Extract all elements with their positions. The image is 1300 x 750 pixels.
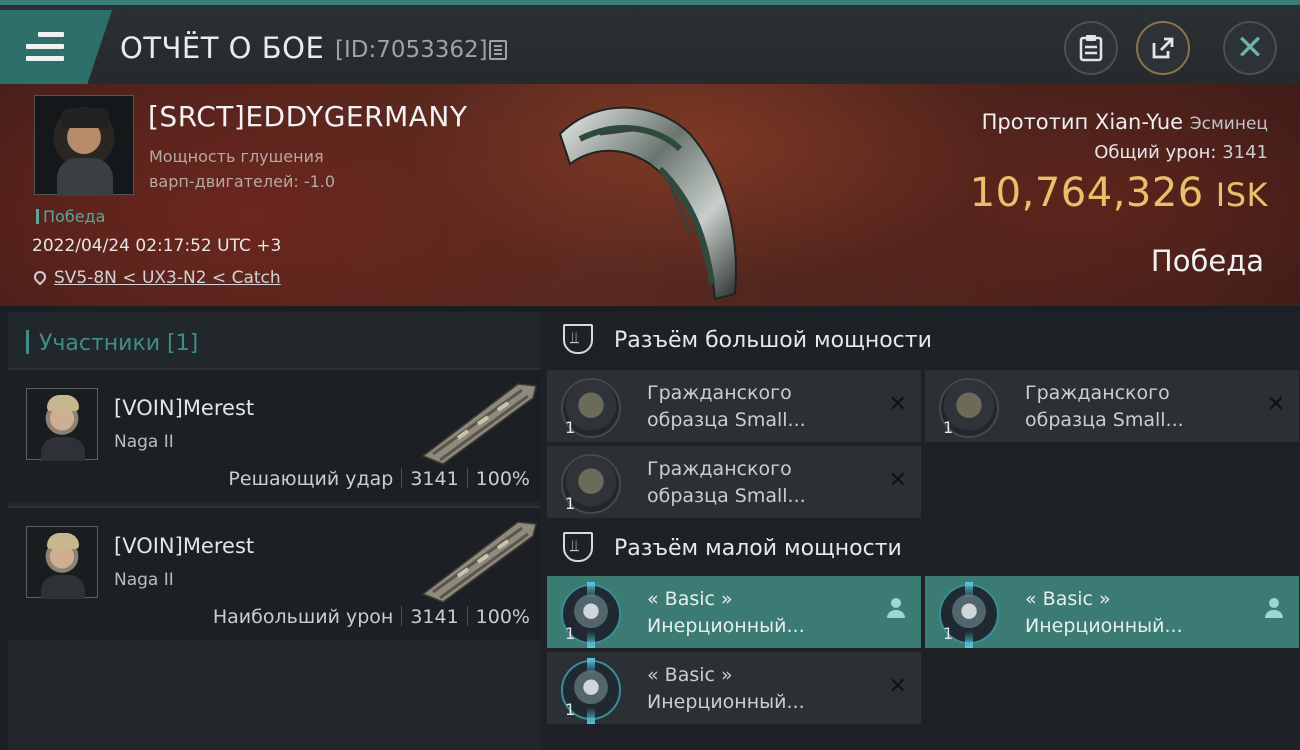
- participant-name: [VOIN]Merest: [114, 534, 255, 558]
- low-slot-label: Разъём малой мощности: [614, 536, 902, 561]
- slot-shield-icon: [563, 324, 593, 354]
- total-damage-value: 3141: [1222, 142, 1268, 163]
- close-button[interactable]: ✕: [1223, 21, 1277, 75]
- outcome-label: Победа: [1150, 244, 1264, 278]
- module-name-line1: « Basic »: [647, 664, 733, 686]
- module-name-line2: Инерционный...: [647, 691, 805, 713]
- participant-stats: Решающий удар 3141 100%: [228, 468, 530, 490]
- module-name-line2: Инерционный...: [1025, 615, 1183, 637]
- person-icon: [1265, 598, 1283, 620]
- module-name-line1: Гражданского: [1025, 382, 1170, 404]
- module-qty: 1: [943, 418, 954, 437]
- isk-value: 10,764,326 ISK: [970, 170, 1268, 216]
- clipboard-button[interactable]: [1064, 21, 1118, 75]
- participants-header[interactable]: Участники [1]: [8, 312, 540, 368]
- module-item[interactable]: 1 « Basic » Инерционный... ✕: [547, 652, 921, 724]
- participant-row[interactable]: [VOIN]Merest Naga II Наибольший урон 3141…: [8, 506, 540, 640]
- x-icon: ✕: [888, 468, 907, 493]
- isk-unit: ISK: [1215, 176, 1268, 214]
- high-slot-header: Разъём большой мощности: [540, 312, 1300, 368]
- share-button[interactable]: [1136, 21, 1190, 75]
- participant-percent: 100%: [475, 606, 530, 628]
- module-qty: 1: [565, 494, 576, 513]
- x-icon: ✕: [888, 674, 907, 699]
- victim-ship-name[interactable]: Прототип Xian-Yue Эсминец: [982, 110, 1268, 134]
- participant-stats: Наибольший урон 3141 100%: [213, 606, 530, 628]
- victim-attribute: Мощность глушения варп-двигателей: -1.0: [149, 144, 335, 194]
- share-icon: [1152, 37, 1174, 59]
- clipboard-icon: [1079, 35, 1103, 62]
- total-damage-label: Общий урон:: [1094, 142, 1217, 163]
- participant-damage: 3141: [410, 468, 459, 490]
- module-item[interactable]: 1 « Basic » Инерционный...: [925, 576, 1299, 648]
- participant-avatar[interactable]: [26, 526, 98, 599]
- page-title: ОТЧЁТ О БОЕ: [120, 31, 325, 65]
- module-name-line2: образца Small...: [647, 409, 806, 431]
- module-name: Гражданского образца Small...: [1025, 380, 1184, 434]
- module-name: « Basic » Инерционный...: [1025, 586, 1183, 640]
- module-qty: 1: [943, 624, 954, 643]
- high-slot-label: Разъём большой мощности: [614, 328, 932, 353]
- participant-role: Решающий удар: [228, 468, 394, 490]
- module-qty: 1: [565, 700, 576, 719]
- participant-ship: Naga II: [114, 570, 174, 590]
- module-name-line2: образца Small...: [1025, 409, 1184, 431]
- ship-class: Эсминец: [1189, 114, 1268, 134]
- participant-ship: Naga II: [114, 432, 174, 452]
- isk-amount: 10,764,326: [969, 170, 1204, 216]
- module-item[interactable]: 1 Гражданского образца Small... ✕: [925, 370, 1299, 442]
- module-name-line2: Инерционный...: [647, 615, 805, 637]
- participant-percent: 100%: [475, 468, 530, 490]
- kill-datetime: 2022/04/24 02:17:52 UTC +3: [32, 236, 282, 256]
- module-qty: 1: [565, 418, 576, 437]
- participant-avatar[interactable]: [26, 388, 98, 461]
- menu-button[interactable]: [0, 10, 112, 84]
- module-name: « Basic » Инерционный...: [647, 662, 805, 716]
- ship-name-text: Прототип Xian-Yue: [981, 110, 1184, 134]
- copy-icon[interactable]: [489, 40, 507, 60]
- participant-ship-image: [421, 521, 537, 603]
- fittings-panel: Разъём большой мощности 1 Гражданского об…: [540, 312, 1300, 750]
- total-damage: Общий урон: 3141: [1094, 142, 1268, 163]
- module-item[interactable]: 1 Гражданского образца Small... ✕: [547, 370, 921, 442]
- location-link[interactable]: SV5-8N < UX3-N2 < Catch: [31, 268, 281, 288]
- person-icon: [887, 598, 905, 620]
- location-pin-icon: [31, 268, 49, 286]
- module-name: Гражданского образца Small...: [647, 456, 806, 510]
- module-item[interactable]: 1 Гражданского образца Small... ✕: [547, 446, 921, 518]
- module-name-line1: « Basic »: [1025, 588, 1111, 610]
- module-name-line2: образца Small...: [647, 485, 806, 507]
- module-name: Гражданского образца Small...: [647, 380, 806, 434]
- low-slot-header: Разъём малой мощности: [540, 520, 1300, 576]
- x-icon: ✕: [888, 392, 907, 417]
- victim-attribute-line2: варп-двигателей: -1.0: [149, 172, 336, 191]
- module-name-line1: Гражданского: [647, 458, 792, 480]
- module-qty: 1: [565, 624, 576, 643]
- status-badge: Победа: [36, 207, 105, 226]
- module-name-line1: Гражданского: [647, 382, 792, 404]
- victim-attribute-line1: Мощность глушения: [149, 147, 324, 166]
- module-item[interactable]: 1 « Basic » Инерционный...: [547, 576, 921, 648]
- slot-shield-icon: [563, 532, 593, 562]
- report-id: [ID:7053362]: [335, 37, 488, 63]
- participant-ship-image: [421, 383, 537, 465]
- x-icon: ✕: [1266, 392, 1285, 417]
- victim-avatar[interactable]: [34, 95, 134, 196]
- participant-row[interactable]: [VOIN]Merest Naga II Решающий удар 3141 10…: [8, 368, 540, 502]
- module-name: « Basic » Инерционный...: [647, 586, 805, 640]
- location-text[interactable]: SV5-8N < UX3-N2 < Catch: [54, 268, 281, 288]
- victim-ship-image[interactable]: [540, 94, 760, 304]
- top-bar: ОТЧЁТ О БОЕ [ID:7053362] ✕: [0, 0, 1300, 84]
- module-name-line1: « Basic »: [647, 588, 733, 610]
- close-icon: ✕: [1235, 28, 1265, 68]
- participants-panel: Участники [1] [VOIN]Merest Naga II Решаю…: [8, 312, 540, 750]
- participant-name: [VOIN]Merest: [114, 396, 255, 420]
- participant-role: Наибольший урон: [212, 606, 394, 628]
- participant-damage: 3141: [410, 606, 459, 628]
- victim-name[interactable]: [SRCT]EDDYGERMANY: [148, 100, 467, 133]
- hamburger-menu-icon[interactable]: [26, 32, 64, 62]
